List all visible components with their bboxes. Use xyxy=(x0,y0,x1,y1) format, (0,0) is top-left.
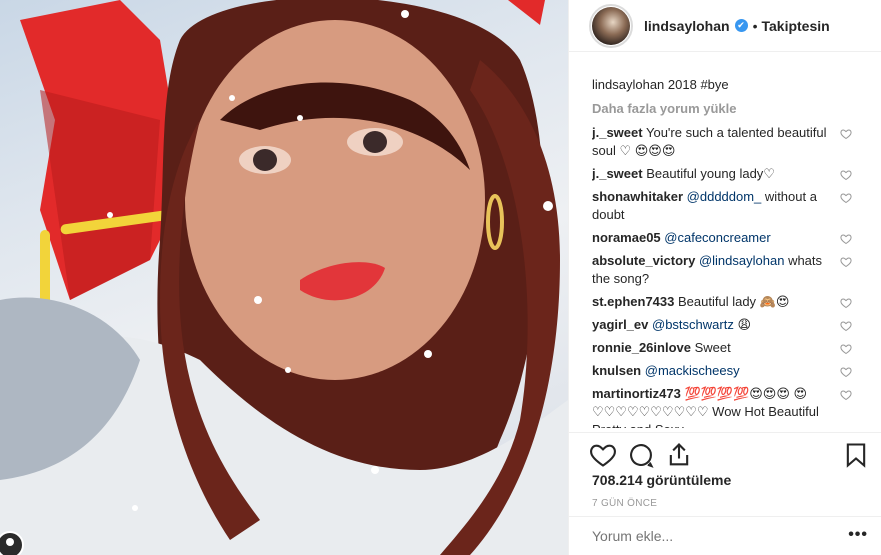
bookmark-icon[interactable] xyxy=(842,441,870,469)
view-count[interactable]: 708.214 görüntüleme xyxy=(592,472,731,488)
comment-row: absolute_victory @lindsaylohan whats the… xyxy=(592,252,858,288)
comment-like-heart-icon[interactable] xyxy=(840,256,852,268)
caption-text: 2018 xyxy=(667,77,697,92)
comment-mention[interactable]: @cafeconcreamer xyxy=(664,230,770,245)
caption-username[interactable]: lindsaylohan xyxy=(592,77,664,92)
comment-row: shonawhitaker @dddddom_ without a doubt xyxy=(592,188,858,224)
comment-row: martinortiz473 💯💯💯💯😍😍😍 😍♡♡♡♡♡♡♡♡♡♡ Wow H… xyxy=(592,385,858,428)
comment-text: 😩 xyxy=(737,317,752,332)
comment-username[interactable]: knulsen xyxy=(592,363,641,378)
comment-input[interactable] xyxy=(592,528,812,544)
comment-like-heart-icon[interactable] xyxy=(840,128,852,140)
comment-username[interactable]: martinortiz473 xyxy=(592,386,681,401)
post-date: 7 GÜN ÖNCE xyxy=(592,498,658,509)
post-sidebar: lindsaylohan ✔ • Takiptesin lindsaylohan… xyxy=(568,0,881,555)
comment-username[interactable]: noramae05 xyxy=(592,230,661,245)
comment-text: Sweet xyxy=(694,340,731,355)
comment-username[interactable]: st.ephen7433 xyxy=(592,294,674,309)
comment-row: knulsen @mackischeesy xyxy=(592,362,858,380)
add-comment-bar: ••• xyxy=(569,516,881,555)
comment-username[interactable]: ronnie_26inlove xyxy=(592,340,691,355)
profile-avatar[interactable] xyxy=(589,3,633,48)
comment-icon[interactable] xyxy=(627,441,655,469)
comment-row: j._sweet Beautiful young lady♡ xyxy=(592,165,858,183)
comment-row: noramae05 @cafeconcreamer xyxy=(592,229,858,247)
comment-username[interactable]: j._sweet xyxy=(592,166,643,181)
comment-mention[interactable]: @mackischeesy xyxy=(645,363,740,378)
comment-text: Beautiful young lady♡ xyxy=(646,166,775,181)
comment-like-heart-icon[interactable] xyxy=(840,233,852,245)
comment-like-heart-icon[interactable] xyxy=(840,343,852,355)
profile-username[interactable]: lindsaylohan xyxy=(644,18,730,34)
caption-hashtag[interactable]: #bye xyxy=(700,77,728,92)
post-caption: lindsaylohan 2018 #bye xyxy=(592,76,858,94)
comment-like-heart-icon[interactable] xyxy=(840,366,852,378)
separator-dot: • xyxy=(752,17,758,34)
following-button[interactable]: Takiptesin xyxy=(761,18,829,34)
video-frame xyxy=(0,0,568,555)
heart-icon[interactable] xyxy=(589,441,617,469)
post-header: lindsaylohan ✔ • Takiptesin xyxy=(569,0,881,52)
comment-like-heart-icon[interactable] xyxy=(840,389,852,401)
comment-username[interactable]: yagirl_ev xyxy=(592,317,648,332)
comment-like-heart-icon[interactable] xyxy=(840,297,852,309)
more-options-icon[interactable]: ••• xyxy=(848,526,868,544)
comment-username[interactable]: absolute_victory xyxy=(592,253,695,268)
comment-username[interactable]: j._sweet xyxy=(592,125,643,140)
comment-row: yagirl_ev @bstschwartz 😩 xyxy=(592,316,858,334)
comment-mention[interactable]: @lindsaylohan xyxy=(699,253,784,268)
comment-row: st.ephen7433 Beautiful lady 🙈😍 xyxy=(592,293,858,311)
comment-row: ronnie_26inlove Sweet xyxy=(592,339,858,357)
comment-mention[interactable]: @bstschwartz xyxy=(652,317,734,332)
verified-badge-icon: ✔ xyxy=(734,19,748,32)
comment-row: j._sweet You're such a talented beautifu… xyxy=(592,124,858,160)
load-more-comments-button[interactable]: Daha fazla yorum yükle xyxy=(592,100,858,118)
comment-username[interactable]: shonawhitaker xyxy=(592,189,683,204)
avatar xyxy=(592,6,630,45)
comment-like-heart-icon[interactable] xyxy=(840,320,852,332)
comment-list: lindsaylohan 2018 #bye Daha fazla yorum … xyxy=(592,72,858,428)
share-icon[interactable] xyxy=(665,441,693,469)
comment-mention[interactable]: @dddddom_ xyxy=(687,189,762,204)
comment-text: Beautiful lady 🙈😍 xyxy=(678,294,790,309)
comment-like-heart-icon[interactable] xyxy=(840,192,852,204)
comment-like-heart-icon[interactable] xyxy=(840,169,852,181)
post-video[interactable] xyxy=(0,0,568,555)
